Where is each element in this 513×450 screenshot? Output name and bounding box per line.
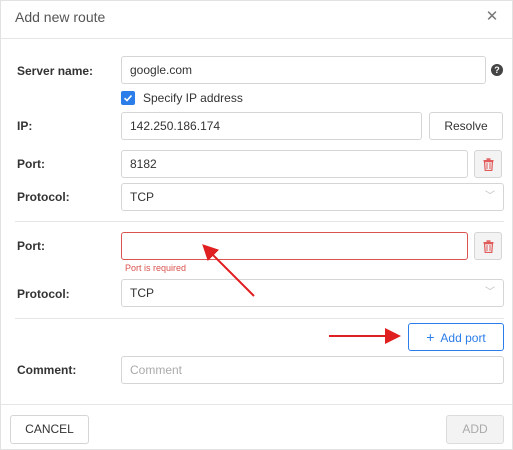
trash-icon [483, 158, 494, 171]
close-icon[interactable]: ✕ [484, 8, 500, 26]
resolve-button[interactable]: Resolve [429, 112, 503, 140]
footer-divider [1, 404, 512, 405]
divider [15, 221, 504, 222]
protocol-select-2[interactable]: TCP ﹀ [121, 279, 504, 307]
server-name-label: Server name: [17, 64, 94, 78]
port-input-1[interactable]: 8182 [121, 150, 468, 178]
ip-label: IP: [17, 119, 33, 133]
delete-port-button-1[interactable] [474, 150, 502, 178]
trash-icon [483, 240, 494, 253]
port-input-2[interactable] [121, 232, 468, 260]
protocol-value-2: TCP [130, 286, 154, 300]
add-button[interactable]: ADD [446, 415, 504, 444]
specify-ip-label: Specify IP address [143, 91, 243, 105]
dialog-header: Add new route ✕ [1, 1, 512, 39]
chevron-down-icon: ﹀ [485, 191, 495, 202]
plus-icon: + [426, 329, 435, 345]
specify-ip-checkbox[interactable] [121, 91, 135, 105]
comment-input[interactable] [121, 356, 504, 384]
delete-port-button-2[interactable] [474, 232, 502, 260]
port-label-1: Port: [17, 157, 45, 171]
server-name-input[interactable]: google.com [121, 56, 486, 84]
check-icon [123, 94, 133, 102]
port-error-message: Port is required [125, 263, 187, 273]
protocol-label-1: Protocol: [17, 190, 70, 204]
comment-label: Comment: [17, 363, 77, 377]
add-port-label: Add port [440, 331, 486, 345]
chevron-down-icon: ﹀ [485, 287, 495, 298]
protocol-select-1[interactable]: TCP ﹀ [121, 183, 504, 211]
help-icon[interactable]: ? [491, 64, 503, 76]
add-port-button[interactable]: + Add port [408, 323, 504, 351]
protocol-label-2: Protocol: [17, 287, 70, 301]
cancel-button[interactable]: CANCEL [10, 415, 89, 444]
ip-input[interactable]: 142.250.186.174 [121, 112, 422, 140]
protocol-value-1: TCP [130, 190, 154, 204]
add-route-dialog: Add new route ✕ Server name: google.com … [0, 0, 513, 450]
dialog-title: Add new route [15, 9, 106, 25]
divider [15, 318, 504, 319]
port-label-2: Port: [17, 239, 45, 253]
